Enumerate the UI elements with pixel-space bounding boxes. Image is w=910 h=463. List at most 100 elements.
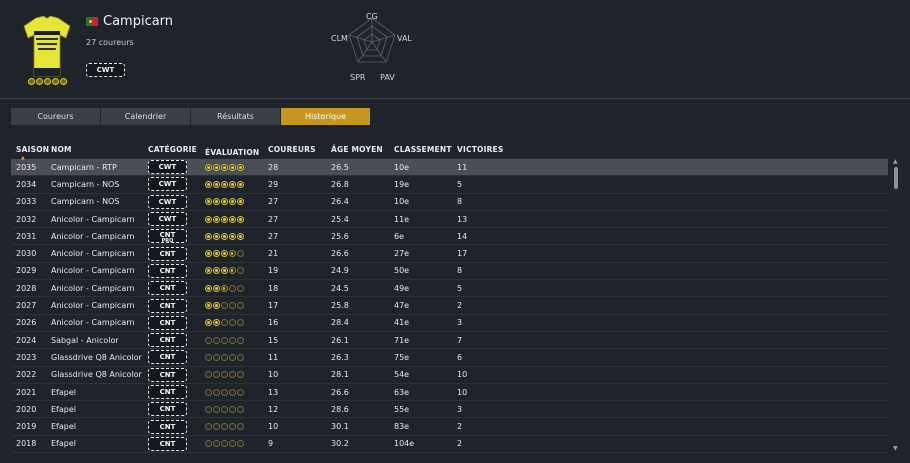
cell-evaluation (205, 423, 268, 431)
table-row[interactable]: 2020 Efapel CNT 12 28.6 55e 3 (11, 401, 888, 419)
radar-label-val: VAL (397, 34, 412, 43)
rating-star-icon (213, 423, 220, 431)
category-badge: CNT (148, 402, 187, 417)
cell-name: Anicolor - Campicarn (51, 318, 135, 328)
cell-name: Campicarn - RTP (51, 162, 117, 172)
table-row[interactable]: 2027 Anicolor - Campicarn CNT 17 25.8 47e 2 (11, 297, 888, 315)
cell-season: 2035 (16, 162, 37, 172)
header-divider (0, 98, 910, 99)
scrollbar[interactable]: ▲ ▼ (893, 158, 899, 458)
category-badge: CNT (148, 333, 187, 348)
cell-evaluation (205, 353, 268, 361)
cell-name: Efapel (51, 439, 76, 449)
table-row[interactable]: 2028 Anicolor - Campicarn CNT 18 24.5 49e 5 (11, 280, 888, 298)
jersey-icon (23, 16, 71, 77)
cell-riders: 13 (268, 387, 279, 397)
rating-star-icon (237, 388, 244, 396)
tab-calendrier[interactable]: Calendrier (101, 108, 190, 125)
cell-category: CNT (148, 419, 205, 434)
table-row[interactable]: 2034 Campicarn - NOS CWT 29 26.8 19e 5 (11, 176, 888, 194)
cell-age: 26.4 (331, 197, 349, 207)
category-badge: CNT (148, 436, 187, 451)
cell-season: 2034 (16, 179, 37, 189)
rating-star-icon (213, 302, 220, 310)
category-badge-text: CNT (159, 301, 176, 310)
rating-star-icon (205, 163, 212, 171)
rating-star-icon (205, 371, 212, 379)
cell-evaluation (205, 267, 268, 275)
table-row[interactable]: 2021 Efapel CNT 13 26.6 63e 10 (11, 384, 888, 402)
tab-coureurs[interactable]: Coureurs (11, 108, 100, 125)
cell-category: CNT (148, 385, 205, 399)
riders-count: 27 coureurs (86, 38, 134, 47)
cell-season: 2032 (16, 214, 37, 224)
cell-category: CNT (148, 350, 205, 365)
cell-evaluation (205, 388, 268, 396)
table-row[interactable]: 2029 Anicolor - Campicarn CNT 19 24.9 50e 8 (11, 263, 888, 281)
cell-category: CWT (148, 177, 205, 192)
header-evaluation[interactable]: ÉVALUATION (205, 145, 268, 159)
team-rating (28, 78, 67, 85)
rating-star-icon (229, 302, 236, 310)
cell-wins: 2 (457, 422, 463, 432)
header-riders[interactable]: COUREURS (268, 145, 331, 159)
cell-wins: 10 (457, 370, 468, 380)
header-category[interactable]: CATÉGORIE (148, 145, 205, 159)
rating-star-icon (229, 319, 236, 327)
table-row[interactable]: 2031 Anicolor - Campicarn CNT PRO 27 25.6 6e 14 (11, 228, 888, 246)
cell-category: CNT (148, 298, 205, 313)
category-badge-text: CWT (158, 215, 177, 224)
rating-star-icon (237, 215, 244, 223)
table-row[interactable]: 2033 Campicarn - NOS CWT 27 26.4 10e 8 (11, 194, 888, 211)
scroll-down-icon[interactable]: ▼ (893, 445, 898, 452)
cell-category: CNT (148, 436, 205, 451)
cell-age: 28.4 (331, 318, 349, 328)
scroll-thumb[interactable] (894, 167, 898, 189)
table-header: SAISON ▲ NOM CATÉGORIE ÉVALUATION COUREU… (11, 145, 888, 161)
cell-season: 2022 (16, 370, 37, 380)
cell-rank: 41e (394, 318, 410, 328)
rating-star-icon (213, 267, 220, 275)
rating-star-icon (205, 336, 212, 344)
header-name[interactable]: NOM (51, 145, 148, 159)
radar-label-clm: CLM (331, 34, 348, 43)
tab-historique[interactable]: Historique (281, 108, 370, 125)
cell-age: 28.6 (331, 404, 349, 414)
rating-star-icon (205, 423, 212, 431)
table-row[interactable]: 2018 Efapel CNT 9 30.2 104e 2 (11, 436, 888, 454)
header-wins[interactable]: VICTOIRES (457, 145, 520, 159)
cell-wins: 11 (457, 162, 468, 172)
table-row[interactable]: 2026 Anicolor - Campicarn CNT 16 28.4 41e 3 (11, 315, 888, 332)
rating-star-icon (237, 336, 244, 344)
cell-age: 26.6 (331, 387, 349, 397)
cell-wins: 17 (457, 249, 468, 259)
table-row[interactable]: 2024 Sabgal - Anicolor CNT 15 26.1 71e 7 (11, 332, 888, 350)
scroll-up-icon[interactable]: ▲ (893, 158, 898, 165)
table-row[interactable]: 2030 Anicolor - Campicarn CNT 21 26.6 27e 17 (11, 245, 888, 263)
rating-star-icon (229, 388, 236, 396)
category-badge: CNT (148, 315, 187, 330)
cell-age: 26.3 (331, 352, 349, 362)
rating-star-icon (229, 198, 236, 206)
cell-name: Campicarn - NOS (51, 179, 120, 189)
table-row[interactable]: 2019 Efapel CNT 10 30.1 83e 2 (11, 418, 888, 436)
cell-season: 2021 (16, 387, 37, 397)
rating-star-icon (229, 371, 236, 379)
header-season[interactable]: SAISON ▲ (11, 145, 51, 161)
cell-age: 30.1 (331, 422, 349, 432)
category-badge: CNT (148, 367, 187, 382)
header-age[interactable]: ÂGE MOYEN (331, 145, 394, 159)
cell-riders: 17 (268, 301, 279, 311)
category-badge-text: CNT (159, 266, 176, 275)
tab-resultats[interactable]: Résultats (191, 108, 280, 125)
table-row[interactable]: 2032 Anicolor - Campicarn CWT 27 25.4 11e 13 (11, 211, 888, 229)
cell-category: CNT (148, 263, 205, 278)
rating-star-icon (213, 232, 220, 240)
header-rank[interactable]: CLASSEMENT (394, 145, 457, 159)
cell-riders: 27 (268, 197, 279, 207)
table-row[interactable]: 2035 Campicarn - RTP CWT 28 26.5 10e 11 (11, 159, 888, 177)
table-row[interactable]: 2022 Glassdrive Q8 Anicolor CNT 10 28.1 54e 10 (11, 367, 888, 384)
table-row[interactable]: 2023 Glassdrive Q8 Anicolor CNT 11 26.3 75e 6 (11, 349, 888, 367)
category-badge-text: CNT (159, 284, 176, 293)
cell-rank: 83e (394, 422, 410, 432)
